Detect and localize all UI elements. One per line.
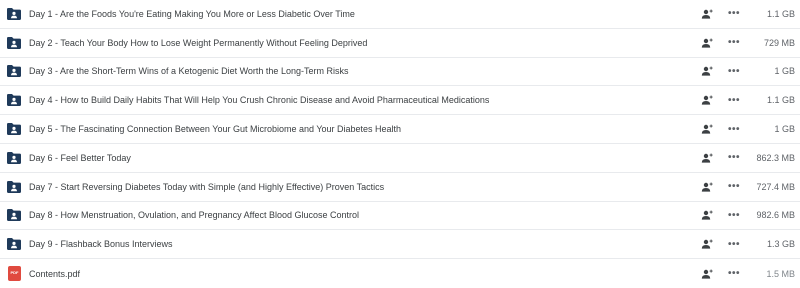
pdf-file-icon: PDF	[8, 266, 21, 282]
share-person-icon[interactable]	[698, 202, 716, 230]
shared-folder-icon	[7, 209, 21, 222]
file-name[interactable]: Day 6 - Feel Better Today	[29, 144, 131, 172]
file-size: 1.1 GB	[766, 95, 795, 106]
pdf-icon-label: PDF	[10, 270, 19, 276]
file-size: 862.3 MB	[756, 152, 795, 163]
file-row[interactable]: PDF Contents.pdf ••• 1.5 MB	[0, 259, 800, 288]
file-name[interactable]: Contents.pdf	[29, 259, 80, 288]
more-options-icon[interactable]: •••	[726, 144, 742, 172]
file-size: 729 MB	[763, 37, 795, 48]
more-options-icon[interactable]: •••	[726, 259, 742, 288]
shared-folder-icon	[7, 180, 21, 193]
shared-folder-icon	[7, 94, 21, 107]
file-size: 1 GB	[774, 124, 795, 135]
row-icon-cell	[0, 230, 28, 258]
more-options-icon[interactable]: •••	[726, 202, 742, 230]
row-icon-cell	[0, 144, 28, 172]
file-size: 727.4 MB	[756, 181, 795, 192]
folder-row[interactable]: Day 7 - Start Reversing Diabetes Today w…	[0, 173, 800, 202]
folder-row[interactable]: Day 1 - Are the Foods You're Eating Maki…	[0, 0, 800, 29]
more-options-icon[interactable]: •••	[726, 230, 742, 258]
row-icon-cell	[0, 29, 28, 57]
file-name[interactable]: Day 4 - How to Build Daily Habits That W…	[29, 86, 489, 114]
folder-row[interactable]: Day 3 - Are the Short-Term Wins of a Ket…	[0, 58, 800, 87]
file-size: 1.1 GB	[766, 8, 795, 19]
share-person-icon[interactable]	[698, 230, 716, 258]
share-person-icon[interactable]	[698, 144, 716, 172]
share-person-icon[interactable]	[698, 115, 716, 143]
file-name[interactable]: Day 2 - Teach Your Body How to Lose Weig…	[29, 29, 367, 57]
share-person-icon[interactable]	[698, 0, 716, 28]
row-icon-cell	[0, 202, 28, 230]
share-person-icon[interactable]	[698, 173, 716, 201]
folder-row[interactable]: Day 4 - How to Build Daily Habits That W…	[0, 86, 800, 116]
row-icon-cell	[0, 0, 28, 28]
row-icon-cell	[0, 115, 28, 143]
file-name[interactable]: Day 7 - Start Reversing Diabetes Today w…	[29, 173, 384, 201]
share-person-icon[interactable]	[698, 259, 716, 288]
more-options-icon[interactable]: •••	[726, 173, 742, 201]
share-person-icon[interactable]	[698, 29, 716, 57]
share-person-icon[interactable]	[698, 86, 716, 114]
more-options-icon[interactable]: •••	[726, 86, 742, 114]
file-name[interactable]: Day 8 - How Menstruation, Ovulation, and…	[29, 202, 359, 230]
file-size: 982.6 MB	[756, 210, 795, 221]
shared-folder-icon	[7, 65, 21, 78]
folder-row[interactable]: Day 2 - Teach Your Body How to Lose Weig…	[0, 29, 800, 58]
folder-row[interactable]: Day 6 - Feel Better Today ••• 862.3 MB	[0, 144, 800, 173]
row-icon-cell	[0, 173, 28, 201]
file-name[interactable]: Day 1 - Are the Foods You're Eating Maki…	[29, 0, 355, 28]
shared-folder-icon	[7, 36, 21, 49]
shared-folder-icon	[7, 123, 21, 136]
shared-folder-icon	[7, 238, 21, 251]
file-name[interactable]: Day 9 - Flashback Bonus Interviews	[29, 230, 173, 258]
share-person-icon[interactable]	[698, 58, 716, 86]
folder-row[interactable]: Day 9 - Flashback Bonus Interviews ••• 1.3…	[0, 230, 800, 260]
file-list: Day 1 - Are the Foods You're Eating Maki…	[0, 0, 800, 288]
folder-row[interactable]: Day 8 - How Menstruation, Ovulation, and…	[0, 202, 800, 231]
more-options-icon[interactable]: •••	[726, 58, 742, 86]
folder-row[interactable]: Day 5 - The Fascinating Connection Betwe…	[0, 115, 800, 144]
shared-folder-icon	[7, 7, 21, 20]
row-icon-cell: PDF	[0, 259, 28, 288]
file-size: 1 GB	[774, 66, 795, 77]
file-size: 1.3 GB	[766, 239, 795, 250]
row-icon-cell	[0, 86, 28, 114]
file-size: 1.5 MB	[766, 268, 795, 279]
more-options-icon[interactable]: •••	[726, 29, 742, 57]
shared-folder-icon	[7, 151, 21, 164]
file-name[interactable]: Day 5 - The Fascinating Connection Betwe…	[29, 115, 401, 143]
row-icon-cell	[0, 58, 28, 86]
file-name[interactable]: Day 3 - Are the Short-Term Wins of a Ket…	[29, 58, 348, 86]
more-options-icon[interactable]: •••	[726, 0, 742, 28]
more-options-icon[interactable]: •••	[726, 115, 742, 143]
